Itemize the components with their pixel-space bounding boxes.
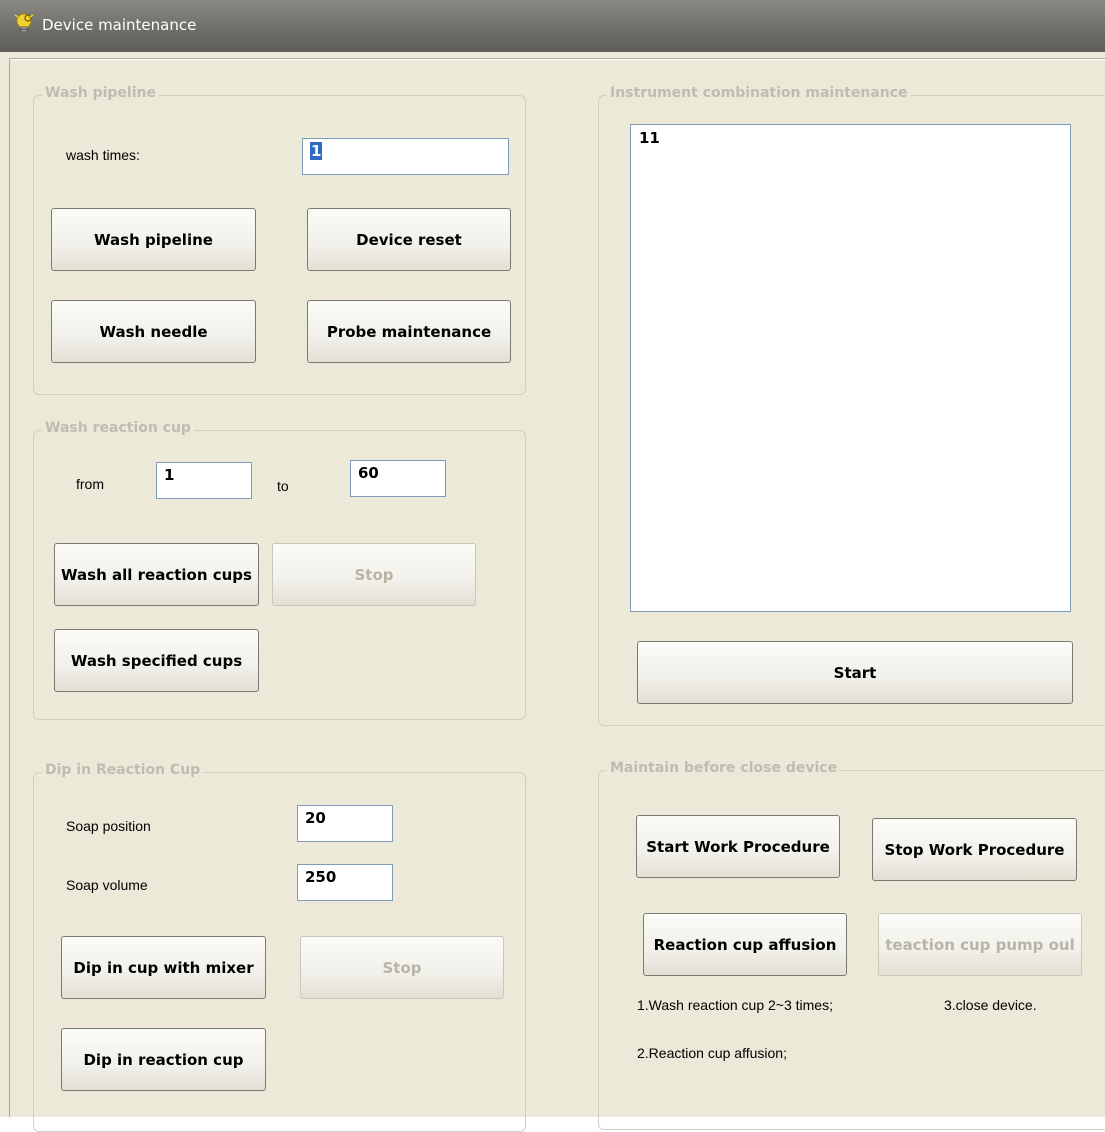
maintenance-note-3: 3.close device.	[944, 997, 1037, 1013]
start-button[interactable]: Start	[637, 641, 1073, 704]
wash-all-reaction-cups-button[interactable]: Wash all reaction cups	[54, 543, 259, 606]
soap-position-input[interactable]: 20	[297, 805, 393, 842]
stop-work-procedure-button[interactable]: Stop Work Procedure	[872, 818, 1077, 881]
lightbulb-gear-icon	[13, 12, 35, 36]
list-item[interactable]: 11	[639, 129, 1062, 147]
soap-position-label: Soap position	[66, 818, 151, 834]
divider	[9, 59, 1105, 60]
soap-volume-label: Soap volume	[66, 877, 148, 893]
wash-reaction-cup-group-title: Wash reaction cup	[42, 420, 194, 436]
reaction-cup-pump-out-button[interactable]: teaction cup pump oul	[878, 913, 1082, 976]
maintenance-list[interactable]: 11	[630, 124, 1071, 612]
from-label: from	[76, 476, 104, 492]
wash-pipeline-button[interactable]: Wash pipeline	[51, 208, 256, 271]
start-work-procedure-button[interactable]: Start Work Procedure	[636, 815, 840, 878]
title-bar[interactable]: Device maintenance	[0, 0, 1105, 52]
client-area: Wash pipeline wash times: 1 Wash pipelin…	[0, 52, 1105, 1132]
dip-stop-button[interactable]: Stop	[300, 936, 504, 999]
soap-volume-input[interactable]: 250	[297, 864, 393, 901]
dip-in-cup-with-mixer-button[interactable]: Dip in cup with mixer	[61, 936, 266, 999]
wash-needle-button[interactable]: Wash needle	[51, 300, 256, 363]
wash-specified-cups-button[interactable]: Wash specified cups	[54, 629, 259, 692]
divider	[9, 58, 10, 1117]
device-reset-button[interactable]: Device reset	[307, 208, 511, 271]
maintenance-note-2: 2.Reaction cup affusion;	[637, 1045, 787, 1061]
wash-times-input[interactable]: 1	[302, 138, 509, 175]
to-input[interactable]: 60	[350, 460, 446, 497]
instrument-combination-group-title: Instrument combination maintenance	[607, 85, 911, 101]
to-label: to	[277, 478, 289, 494]
probe-maintenance-button[interactable]: Probe maintenance	[307, 300, 511, 363]
from-input[interactable]: 1	[156, 462, 252, 499]
wash-reaction-cup-stop-button[interactable]: Stop	[272, 543, 476, 606]
dip-in-reaction-cup-button[interactable]: Dip in reaction cup	[61, 1028, 266, 1091]
dip-reaction-cup-group-title: Dip in Reaction Cup	[42, 762, 204, 778]
wash-pipeline-group-title: Wash pipeline	[42, 85, 159, 101]
reaction-cup-affusion-button[interactable]: Reaction cup affusion	[643, 913, 847, 976]
maintenance-note-1: 1.Wash reaction cup 2~3 times;	[637, 997, 833, 1013]
wash-times-label: wash times:	[66, 147, 140, 163]
wash-times-value: 1	[310, 142, 323, 160]
maintain-before-close-group-title: Maintain before close device	[607, 760, 841, 776]
window-title: Device maintenance	[42, 16, 197, 34]
